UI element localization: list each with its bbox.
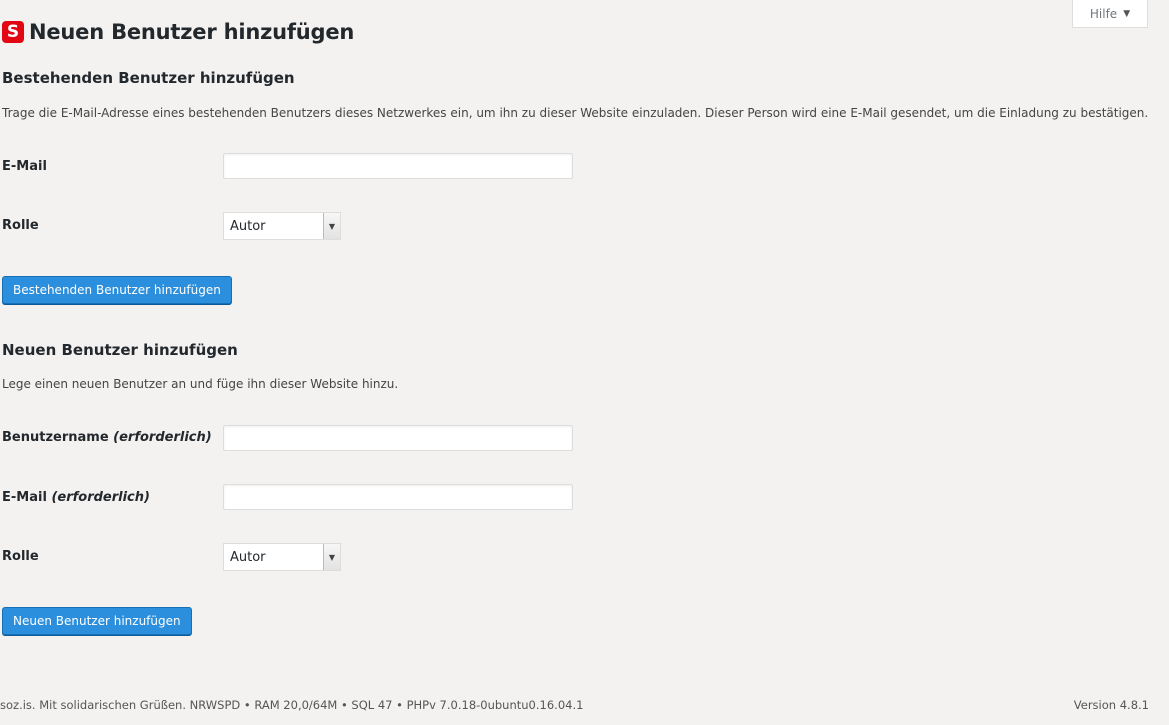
existing-user-heading: Bestehenden Benutzer hinzufügen: [2, 69, 295, 87]
footer-version: Version 4.8.1: [1073, 698, 1149, 712]
help-tab-button[interactable]: Hilfe ▼: [1072, 0, 1148, 28]
new-email-label-text: E-Mail: [2, 490, 47, 505]
username-label: Benutzername (erforderlich): [2, 430, 212, 445]
existing-role-select[interactable]: Autor ▼: [223, 212, 341, 240]
new-user-description: Lege einen neuen Benutzer an und füge ih…: [2, 377, 399, 391]
existing-user-description: Trage die E-Mail-Adresse eines bestehend…: [2, 106, 1149, 120]
existing-email-label: E-Mail: [2, 159, 47, 174]
new-email-input[interactable]: [223, 484, 573, 510]
existing-role-label: Rolle: [2, 218, 39, 233]
chevron-down-icon: ▼: [323, 213, 340, 239]
page-title: Neuen Benutzer hinzufügen: [29, 20, 355, 44]
new-user-heading: Neuen Benutzer hinzufügen: [2, 341, 238, 359]
site-logo-icon: S: [2, 21, 24, 43]
add-existing-user-button[interactable]: Bestehenden Benutzer hinzufügen: [2, 276, 232, 304]
page: Hilfe ▼ S Neuen Benutzer hinzufügen Best…: [0, 0, 1169, 725]
new-role-label: Rolle: [2, 549, 39, 564]
username-label-text: Benutzername: [2, 430, 109, 445]
new-email-label: E-Mail (erforderlich): [2, 490, 150, 505]
add-new-user-button[interactable]: Neuen Benutzer hinzufügen: [2, 607, 192, 635]
chevron-down-icon: ▼: [323, 544, 340, 570]
username-required-note: (erforderlich): [113, 430, 212, 445]
new-role-value: Autor: [230, 549, 266, 565]
existing-role-value: Autor: [230, 218, 266, 234]
existing-email-input[interactable]: [223, 153, 573, 179]
triangle-down-icon: ▼: [1123, 8, 1131, 19]
username-input[interactable]: [223, 425, 573, 451]
help-label: Hilfe: [1089, 6, 1118, 21]
footer-info: soz.is. Mit solidarischen Grüßen. NRWSPD…: [0, 698, 584, 712]
new-role-select[interactable]: Autor ▼: [223, 543, 341, 571]
page-header: S Neuen Benutzer hinzufügen: [2, 20, 354, 44]
new-email-required-note: (erforderlich): [51, 490, 150, 505]
